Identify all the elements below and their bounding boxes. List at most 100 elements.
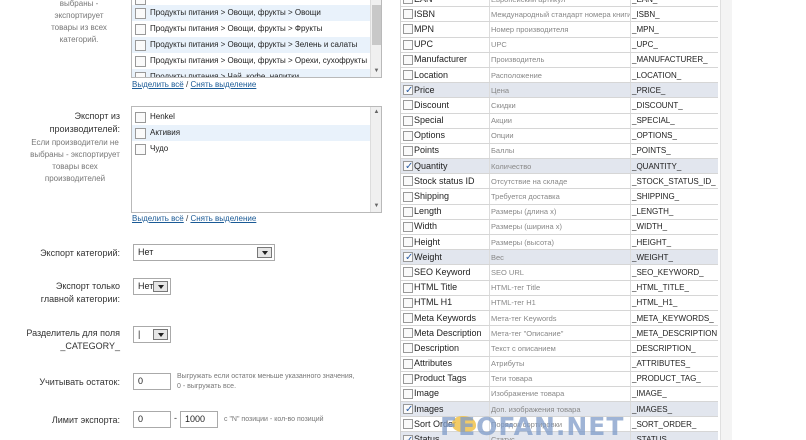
list-item[interactable]: Чудо bbox=[132, 141, 370, 157]
field-checkbox[interactable] bbox=[403, 70, 413, 81]
field-row[interactable]: MPN Номер производителя _MPN_ bbox=[401, 22, 718, 38]
field-row[interactable]: Points Баллы _POINTS_ bbox=[401, 143, 718, 160]
field-checkbox[interactable] bbox=[403, 237, 413, 248]
field-checkbox[interactable] bbox=[403, 83, 413, 98]
field-row[interactable]: Weight Вес _WEIGHT_ bbox=[401, 250, 718, 266]
list-item[interactable]: Henkel bbox=[132, 109, 370, 125]
field-row[interactable]: Quantity Количество _QUANTITY_ bbox=[401, 159, 718, 175]
field-checkbox[interactable] bbox=[403, 176, 413, 187]
limit-label: Лимит экспорта: bbox=[51, 415, 120, 425]
field-checkbox[interactable] bbox=[403, 115, 413, 126]
field-row[interactable]: Width Размеры (ширина x) _WIDTH_ bbox=[401, 219, 718, 235]
stock-input[interactable]: 0 bbox=[133, 373, 171, 390]
select-all-link[interactable]: Выделить всё bbox=[132, 214, 184, 223]
field-checkbox[interactable] bbox=[403, 297, 413, 308]
list-item[interactable]: Активия bbox=[132, 125, 370, 141]
checkbox[interactable] bbox=[135, 0, 146, 5]
field-row[interactable]: Product Tags Теги товара _PRODUCT_TAG_ bbox=[401, 371, 718, 387]
stock-help: Выгружать если остаток меньше указанного… bbox=[177, 373, 355, 390]
field-checkbox[interactable] bbox=[403, 39, 413, 50]
field-row[interactable]: SEO Keyword SEO URL _SEO_KEYWORD_ bbox=[401, 265, 718, 281]
field-row[interactable]: Shipping Требуется доставка _SHIPPING_ bbox=[401, 189, 718, 205]
categories-listbox[interactable]: Продукты питания > Овощи, фрукты > Овощи… bbox=[131, 0, 382, 78]
field-checkbox-cell bbox=[401, 419, 413, 430]
checkbox[interactable] bbox=[135, 111, 146, 123]
field-checkbox[interactable] bbox=[403, 191, 413, 202]
checkbox[interactable] bbox=[135, 39, 146, 51]
field-row[interactable]: HTML H1 HTML-тег H1 _HTML_H1_ bbox=[401, 295, 718, 311]
field-row[interactable]: Height Размеры (высота) _HEIGHT_ bbox=[401, 235, 718, 251]
field-checkbox[interactable] bbox=[403, 433, 413, 440]
field-checkbox[interactable] bbox=[403, 221, 413, 232]
field-checkbox[interactable] bbox=[403, 206, 413, 217]
scroll-down-icon[interactable]: ▼ bbox=[372, 67, 381, 76]
field-checkbox[interactable] bbox=[403, 100, 413, 111]
field-row[interactable]: Attributes Атрибуты _ATTRIBUTES_ bbox=[401, 356, 718, 372]
chevron-down-icon[interactable] bbox=[257, 247, 272, 258]
field-checkbox[interactable] bbox=[403, 267, 413, 278]
field-row[interactable]: Meta Keywords Мета-тег Keywords _META_KEYW… bbox=[401, 310, 718, 327]
list-item[interactable]: Продукты питания > Овощи, фрукты > Зелен… bbox=[132, 37, 370, 53]
list-item[interactable]: Продукты питания > Чай, кофе, напитки bbox=[132, 69, 370, 77]
list-item[interactable]: Продукты питания > Овощи, фрукты > Фрукт… bbox=[132, 21, 370, 37]
field-checkbox[interactable] bbox=[403, 388, 413, 399]
checkbox[interactable] bbox=[135, 143, 146, 155]
categories-scrollbar[interactable]: ▲ ▼ bbox=[370, 0, 381, 77]
scroll-up-icon[interactable]: ▲ bbox=[372, 0, 381, 3]
chevron-down-icon[interactable] bbox=[153, 281, 168, 292]
field-checkbox[interactable] bbox=[403, 130, 413, 141]
manufacturers-listbox[interactable]: Henkel Активия Чудо ▲ ▼ bbox=[131, 106, 382, 213]
field-row[interactable]: HTML Title HTML-тег Title _HTML_TITLE_ bbox=[401, 280, 718, 296]
field-row[interactable]: Options Опции _OPTIONS_ bbox=[401, 128, 718, 144]
category-separator-select[interactable]: | bbox=[133, 326, 171, 343]
checkbox[interactable] bbox=[135, 23, 146, 35]
field-checkbox[interactable] bbox=[403, 419, 413, 430]
main-category-select[interactable]: Нет bbox=[133, 278, 171, 295]
field-row[interactable]: Special Акции _SPECIAL_ bbox=[401, 113, 718, 129]
list-item[interactable]: Продукты питания > Овощи, фрукты > Овощи bbox=[132, 5, 370, 21]
manufacturers-scrollbar[interactable]: ▲ ▼ bbox=[370, 107, 381, 212]
field-checkbox[interactable] bbox=[403, 328, 413, 339]
scroll-thumb[interactable] bbox=[372, 5, 381, 45]
page-scrollbar[interactable] bbox=[720, 0, 732, 440]
field-row[interactable]: Length Размеры (длина x) _LENGTH_ bbox=[401, 204, 718, 220]
checkbox[interactable] bbox=[135, 7, 146, 19]
field-row[interactable]: Location Расположение _LOCATION_ bbox=[401, 67, 718, 84]
field-checkbox[interactable] bbox=[403, 54, 413, 65]
limit-from-input[interactable]: 0 bbox=[133, 411, 171, 428]
list-item[interactable]: Продукты питания > Овощи, фрукты > Орехи… bbox=[132, 53, 370, 69]
scroll-down-icon[interactable]: ▼ bbox=[372, 202, 381, 211]
chevron-down-icon[interactable] bbox=[153, 329, 168, 340]
scroll-up-icon[interactable]: ▲ bbox=[372, 108, 381, 117]
checkbox[interactable] bbox=[135, 71, 146, 77]
field-checkbox[interactable] bbox=[403, 358, 413, 369]
field-row[interactable]: Discount Скидки _DISCOUNT_ bbox=[401, 98, 718, 114]
checkbox[interactable] bbox=[135, 55, 146, 67]
field-row[interactable]: Price Цена _PRICE_ bbox=[401, 83, 718, 99]
field-checkbox[interactable] bbox=[403, 145, 413, 156]
select-all-link[interactable]: Выделить всё bbox=[132, 80, 184, 89]
field-row[interactable]: Meta Description Мета-тег "Описание" _META… bbox=[401, 326, 718, 342]
checkbox[interactable] bbox=[135, 127, 146, 139]
export-categories-select[interactable]: Нет bbox=[133, 244, 275, 261]
field-row[interactable]: Manufacturer Производитель _MANUFACTURER_ bbox=[401, 52, 718, 68]
field-row[interactable]: UPC UPC _UPC_ bbox=[401, 37, 718, 53]
field-checkbox[interactable] bbox=[403, 0, 413, 5]
field-checkbox[interactable] bbox=[403, 250, 413, 265]
field-row[interactable]: ISBN Международный стандарт номера книги _… bbox=[401, 7, 718, 23]
field-checkbox[interactable] bbox=[403, 159, 413, 174]
field-checkbox[interactable] bbox=[403, 343, 413, 354]
field-checkbox[interactable] bbox=[403, 282, 413, 293]
field-checkbox[interactable] bbox=[403, 9, 413, 20]
field-row[interactable]: Image Изображение товара _IMAGE_ bbox=[401, 386, 718, 403]
column-divider bbox=[630, 326, 631, 341]
field-checkbox[interactable] bbox=[403, 24, 413, 35]
deselect-link[interactable]: Снять выделение bbox=[190, 80, 256, 89]
field-checkbox[interactable] bbox=[403, 373, 413, 384]
deselect-link[interactable]: Снять выделение bbox=[190, 214, 256, 223]
limit-to-input[interactable]: 1000 bbox=[180, 411, 218, 428]
field-row[interactable]: Stock status ID Отсутствие на складе _STOC… bbox=[401, 174, 718, 190]
field-checkbox[interactable] bbox=[403, 402, 413, 417]
field-row[interactable]: Description Текст с описанием _DESCRIPTION… bbox=[401, 341, 718, 357]
field-checkbox[interactable] bbox=[403, 313, 413, 324]
